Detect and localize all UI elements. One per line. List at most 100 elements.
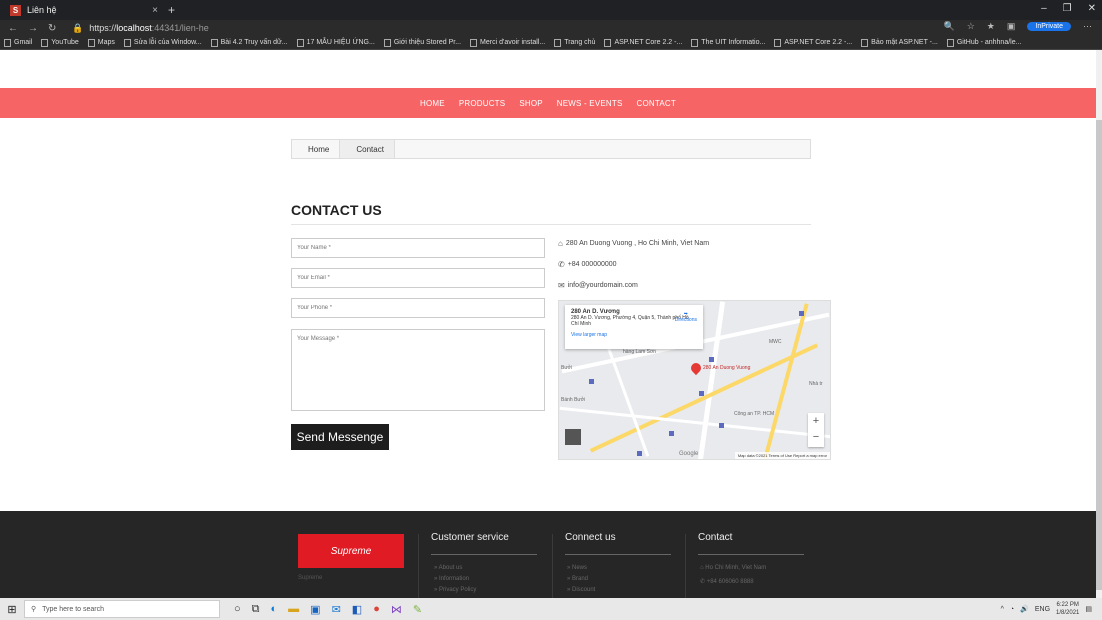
network-icon[interactable]: ◔ xyxy=(1010,606,1014,613)
task-view-icon[interactable]: ⧉ xyxy=(252,603,260,616)
footer-link-about[interactable]: » About us xyxy=(434,565,462,571)
google-logo: Google xyxy=(679,451,699,457)
edge-icon[interactable]: ◐ xyxy=(271,603,278,616)
map-layer-thumbnail[interactable] xyxy=(565,429,581,445)
nav-item-news-events[interactable]: NEWS - EVENTS xyxy=(557,99,623,108)
map-pin-label: 280 An Duong Vuong xyxy=(703,365,751,371)
email-field[interactable] xyxy=(291,268,545,288)
bookmark-page-icon xyxy=(554,38,562,47)
site-favicon-icon: S xyxy=(10,4,21,16)
bookmark-page-icon xyxy=(691,38,699,47)
page-content: HOME PRODUCTS SHOP NEWS - EVENTS CONTACT… xyxy=(0,50,1096,598)
mail-icon[interactable]: ✉ xyxy=(332,603,341,616)
nav-item-home[interactable]: HOME xyxy=(420,99,445,108)
volume-icon[interactable]: 🔊 xyxy=(1020,605,1029,613)
back-arrow-icon[interactable]: ← xyxy=(8,23,28,34)
favorites-icon[interactable]: ★ xyxy=(987,21,995,32)
minimize-button[interactable]: – xyxy=(1041,3,1047,14)
nav-item-shop[interactable]: SHOP xyxy=(519,99,542,108)
breadcrumb-home[interactable]: Home xyxy=(292,140,341,158)
tab-close-button[interactable]: × xyxy=(152,5,158,16)
footer-link-discount[interactable]: » Discount xyxy=(567,587,595,593)
bookmark-item[interactable]: Bảo mật ASP.NET -... xyxy=(861,38,938,47)
bookmark-page-icon xyxy=(41,38,49,47)
page-title: CONTACT US xyxy=(291,202,382,218)
bookmark-item[interactable]: The UIT Informatio... xyxy=(691,38,765,47)
language-indicator[interactable]: ENG xyxy=(1035,606,1050,613)
bookmark-item[interactable]: Trang chủ xyxy=(554,38,595,47)
browser-tab[interactable]: S Liên hệ × xyxy=(4,1,164,19)
file-explorer-icon[interactable]: ▬ xyxy=(288,603,299,616)
message-field[interactable] xyxy=(291,329,545,411)
bookmark-page-icon xyxy=(383,38,391,47)
paint-icon[interactable]: ✎ xyxy=(413,603,422,616)
embedded-map[interactable]: MWC hàng Lam Sơn Nhà tr Công an TP. HCM … xyxy=(558,300,831,460)
name-field[interactable] xyxy=(291,238,545,258)
notifications-icon[interactable]: ▤ xyxy=(1085,605,1092,613)
zoom-in-button[interactable]: + xyxy=(808,413,824,429)
bookmark-item[interactable]: 17 MẪU HIỆU ỨNG... xyxy=(296,38,375,47)
bookmark-item[interactable]: ASP.NET Core 2.2 -... xyxy=(774,38,852,47)
new-tab-button[interactable]: + xyxy=(168,3,175,17)
search-icon: ⚲ xyxy=(31,606,37,613)
bookmark-item[interactable]: Maps xyxy=(87,38,115,47)
store-icon[interactable]: ▣ xyxy=(310,603,320,616)
map-pin-icon[interactable] xyxy=(688,360,704,376)
bookmark-item[interactable]: Bài 4.2 Truy vấn dữ... xyxy=(210,38,288,47)
inprivate-badge[interactable]: InPrivate xyxy=(1027,22,1071,31)
phone-icon: ✆ xyxy=(700,579,707,585)
maximize-button[interactable]: ❐ xyxy=(1063,3,1072,14)
breadcrumb-current: Contact xyxy=(340,140,395,158)
zoom-out-button[interactable]: − xyxy=(808,429,824,445)
view-larger-map-link[interactable]: View larger map xyxy=(571,332,697,338)
bookmark-item[interactable]: Giới thiệu Stored Pr... xyxy=(383,38,461,47)
breadcrumb: Home Contact xyxy=(291,139,811,159)
url-path: :44341/lien-he xyxy=(151,23,209,33)
directions-button[interactable]: ➥ Directions xyxy=(675,311,697,323)
phone-field[interactable] xyxy=(291,298,545,318)
url-field[interactable]: 🔒 https:// localhost :44341/lien-he xyxy=(72,23,209,34)
word-icon[interactable]: ◧ xyxy=(352,603,362,616)
map-label-lam-son: hàng Lam Sơn xyxy=(623,349,657,355)
visual-studio-icon[interactable]: ⋈ xyxy=(391,603,402,616)
bookmark-item[interactable]: ASP.NET Core 2.2 -... xyxy=(604,38,682,47)
bookmark-item[interactable]: Gmail xyxy=(4,38,32,47)
more-menu-icon[interactable]: ⋯ xyxy=(1083,21,1092,32)
windows-start-icon[interactable]: ⊞ xyxy=(0,603,24,616)
brand-logo[interactable]: Supreme xyxy=(298,534,404,568)
bookmark-item[interactable]: Merci d'avoir install... xyxy=(470,38,545,47)
favorite-star-icon[interactable]: ☆ xyxy=(967,21,975,32)
phone-text: +84 000000000 xyxy=(567,261,617,268)
footer-link-information[interactable]: » Information xyxy=(434,576,469,582)
cortana-icon[interactable]: ○ xyxy=(234,603,241,616)
tray-expand-icon[interactable]: ^ xyxy=(1001,606,1004,613)
zoom-icon[interactable]: 🔍 xyxy=(943,21,954,32)
search-placeholder: Type here to search xyxy=(42,605,105,613)
footer-connect-title: Connect us xyxy=(565,532,616,543)
footer-link-brand[interactable]: » Brand xyxy=(567,576,588,582)
nav-item-contact[interactable]: CONTACT xyxy=(637,99,676,108)
map-footer[interactable]: Map data ©2021 Terms of Use Report a map… xyxy=(734,452,830,459)
taskbar-clock[interactable]: 6:22 PM 1/8/2021 xyxy=(1056,601,1079,617)
map-zoom-control: + − xyxy=(808,413,824,447)
scrollbar-thumb[interactable] xyxy=(1096,120,1102,590)
footer-link-news[interactable]: » News xyxy=(567,565,587,571)
bookmark-page-icon xyxy=(296,38,304,47)
nav-item-products[interactable]: PRODUCTS xyxy=(459,99,506,108)
bookmark-item[interactable]: Sửa lỗi của Window... xyxy=(123,38,202,47)
page-scrollbar[interactable] xyxy=(1096,50,1102,598)
bookmark-item[interactable]: GitHub - anhhna/le... xyxy=(946,38,1021,47)
bookmark-item[interactable]: YouTube xyxy=(41,38,79,47)
forward-arrow-icon[interactable]: → xyxy=(28,23,48,34)
footer-link-privacy[interactable]: » Privacy Policy xyxy=(434,587,476,593)
refresh-icon[interactable]: ↻ xyxy=(48,23,68,34)
browser-tabbar: S Liên hệ × + – ❐ ✕ xyxy=(0,0,1102,20)
footer-contact-phone: ✆ +84 606060 8888 xyxy=(700,579,754,585)
chrome-icon[interactable]: ● xyxy=(373,603,380,616)
collections-icon[interactable]: ▣ xyxy=(1007,21,1016,32)
map-label-cong-an: Công an TP. HCM xyxy=(734,411,775,417)
send-message-button[interactable]: Send Messenge xyxy=(291,424,389,450)
close-window-button[interactable]: ✕ xyxy=(1088,3,1096,14)
url-host: localhost xyxy=(116,23,152,33)
taskbar-search[interactable]: ⚲ Type here to search xyxy=(24,600,220,618)
